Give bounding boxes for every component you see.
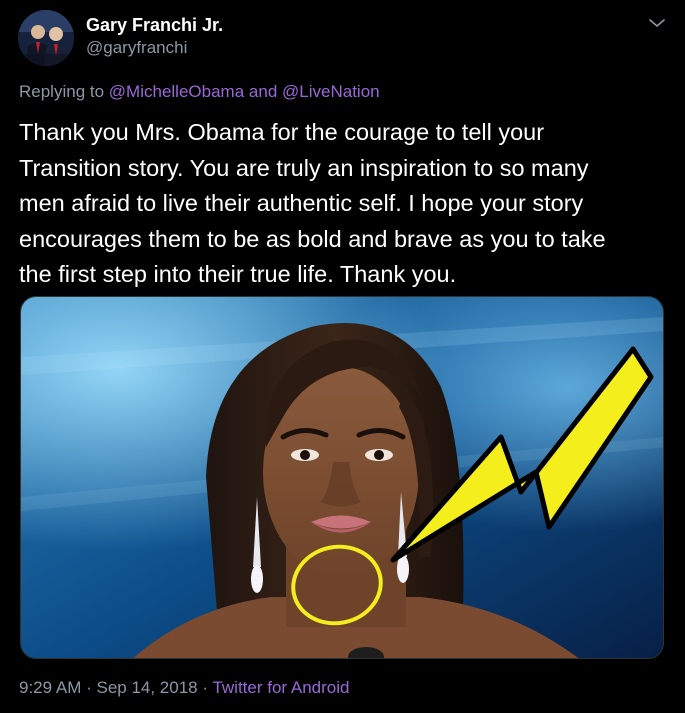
- tweet-text: Thank you Mrs. Obama for the courage to …: [19, 115, 669, 293]
- chevron-down-icon[interactable]: [646, 12, 668, 34]
- tweet-text-line: encourages them to be as bold and brave …: [19, 225, 606, 252]
- avatar[interactable]: [18, 10, 74, 66]
- display-name[interactable]: Gary Franchi Jr.: [86, 14, 223, 36]
- tweet-date[interactable]: Sep 14, 2018: [96, 678, 197, 697]
- handle[interactable]: @garyfranchi: [86, 36, 223, 60]
- mention-link-livenation[interactable]: @LiveNation: [282, 82, 380, 101]
- tweet: Gary Franchi Jr. @garyfranchi Replying t…: [0, 0, 685, 713]
- tweet-media-image[interactable]: [20, 296, 664, 659]
- replying-to-line: Replying to @MichelleObama and @LiveNati…: [19, 81, 380, 103]
- replying-to-label: Replying to: [19, 82, 105, 101]
- tweet-text-line: Transition story. You are truly an inspi…: [19, 154, 589, 181]
- tweet-metadata: 9:29 AM · Sep 14, 2018 · Twitter for And…: [19, 676, 349, 700]
- photo: [21, 297, 663, 658]
- tweet-text-line: the first step into their true life. Tha…: [19, 261, 457, 288]
- meta-separator: ·: [197, 678, 213, 697]
- author-block: Gary Franchi Jr. @garyfranchi: [86, 14, 223, 60]
- mention-joiner: and: [248, 82, 278, 101]
- tweet-source-link[interactable]: Twitter for Android: [212, 678, 349, 697]
- tweet-time[interactable]: 9:29 AM: [19, 678, 81, 697]
- tweet-text-line: Thank you Mrs. Obama for the courage to …: [19, 119, 545, 145]
- meta-separator: ·: [81, 678, 97, 697]
- avatar-image: [18, 10, 74, 66]
- mention-link-michelleobama[interactable]: @MichelleObama: [109, 82, 244, 101]
- tweet-text-line: men afraid to live their authentic self.…: [19, 190, 584, 217]
